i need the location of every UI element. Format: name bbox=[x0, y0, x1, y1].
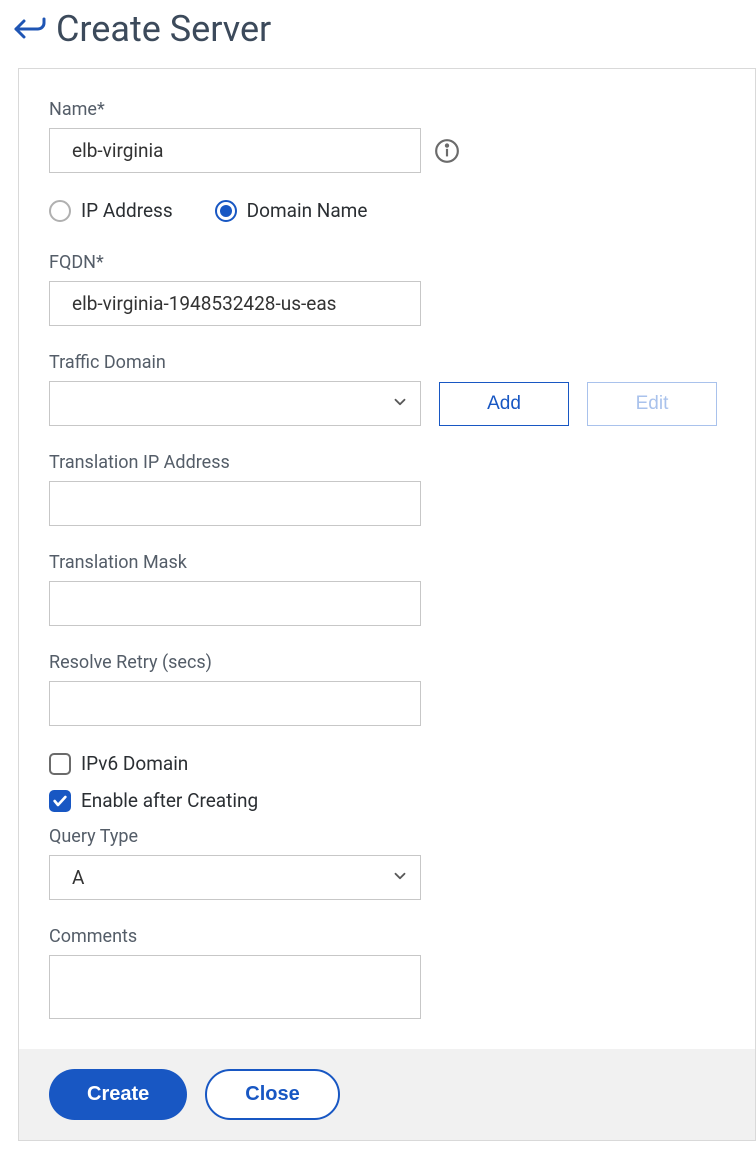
radio-domain-label: Domain Name bbox=[247, 199, 368, 222]
page-title: Create Server bbox=[56, 8, 271, 50]
translation-ip-field-group: Translation IP Address bbox=[49, 452, 725, 526]
name-label: Name* bbox=[49, 99, 725, 120]
info-icon[interactable] bbox=[433, 137, 461, 165]
translation-ip-label: Translation IP Address bbox=[49, 452, 725, 473]
create-button[interactable]: Create bbox=[49, 1069, 187, 1120]
radio-circle-icon bbox=[49, 200, 71, 222]
radio-domain-name[interactable]: Domain Name bbox=[215, 199, 368, 222]
traffic-domain-select[interactable] bbox=[49, 381, 421, 426]
address-type-radio-group: IP Address Domain Name bbox=[49, 199, 725, 222]
checkbox-icon bbox=[49, 753, 71, 775]
translation-mask-field-group: Translation Mask bbox=[49, 552, 725, 626]
back-arrow-icon bbox=[14, 17, 46, 41]
ipv6-domain-checkbox[interactable]: IPv6 Domain bbox=[49, 752, 725, 775]
comments-field-group: Comments bbox=[49, 926, 725, 1023]
enable-after-label: Enable after Creating bbox=[81, 789, 258, 812]
close-button[interactable]: Close bbox=[205, 1069, 339, 1120]
footer-bar: Create Close bbox=[19, 1049, 755, 1140]
fqdn-input[interactable] bbox=[49, 281, 421, 326]
query-type-label: Query Type bbox=[49, 826, 725, 847]
translation-mask-label: Translation Mask bbox=[49, 552, 725, 573]
back-button[interactable] bbox=[12, 11, 48, 47]
fqdn-label: FQDN* bbox=[49, 252, 725, 273]
resolve-retry-input[interactable] bbox=[49, 681, 421, 726]
edit-button: Edit bbox=[587, 382, 717, 426]
translation-mask-input[interactable] bbox=[49, 581, 421, 626]
add-button[interactable]: Add bbox=[439, 382, 569, 426]
traffic-domain-label: Traffic Domain bbox=[49, 352, 725, 373]
checkbox-icon bbox=[49, 790, 71, 812]
resolve-retry-field-group: Resolve Retry (secs) bbox=[49, 652, 725, 726]
radio-ip-address[interactable]: IP Address bbox=[49, 199, 173, 222]
translation-ip-input[interactable] bbox=[49, 481, 421, 526]
comments-input[interactable] bbox=[49, 955, 421, 1019]
fqdn-field-group: FQDN* bbox=[49, 252, 725, 326]
radio-circle-icon bbox=[215, 200, 237, 222]
query-type-select[interactable]: A bbox=[49, 855, 421, 900]
resolve-retry-label: Resolve Retry (secs) bbox=[49, 652, 725, 673]
enable-after-creating-checkbox[interactable]: Enable after Creating bbox=[49, 789, 725, 812]
query-type-field-group: Query Type A bbox=[49, 826, 725, 900]
form-panel: Name* IP Address Domain Name FQDN* Tra bbox=[18, 68, 756, 1141]
name-input[interactable] bbox=[49, 128, 421, 173]
name-field-group: Name* bbox=[49, 99, 725, 173]
ipv6-domain-label: IPv6 Domain bbox=[81, 752, 188, 775]
comments-label: Comments bbox=[49, 926, 725, 947]
page-header: Create Server bbox=[0, 0, 756, 68]
radio-ip-label: IP Address bbox=[81, 199, 173, 222]
traffic-domain-field-group: Traffic Domain Add Edit bbox=[49, 352, 725, 426]
query-type-value: A bbox=[72, 866, 84, 889]
